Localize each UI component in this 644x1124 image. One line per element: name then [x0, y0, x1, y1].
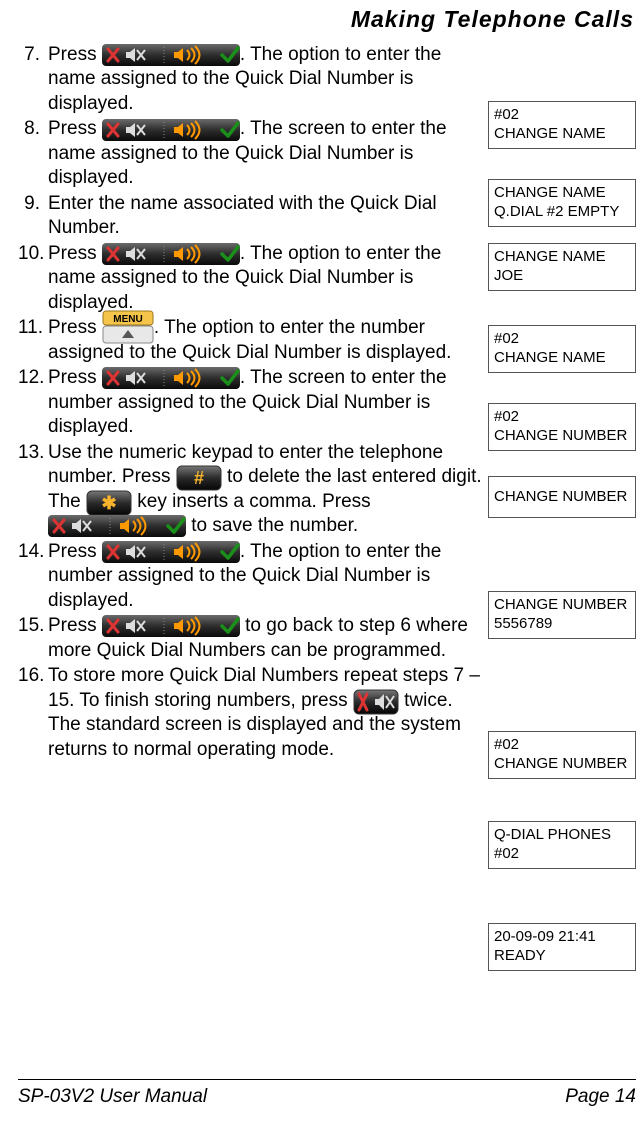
step-text: Press	[48, 367, 102, 388]
step-body: Press . The option to enter the number a…	[48, 540, 482, 613]
volume-bar-icon	[102, 367, 240, 389]
step-number: 11.	[18, 316, 48, 340]
step-item: 11.Press MENU . The option to enter the …	[18, 316, 482, 365]
step-item: 12.Press . The screen to enter the numbe…	[18, 366, 482, 439]
step-body: Enter the name associated with the Quick…	[48, 192, 482, 241]
step-number: 16.	[18, 664, 48, 688]
page-header: Making Telephone Calls	[18, 6, 636, 33]
step-text: Enter the name associated with the Quick…	[48, 193, 437, 238]
step-number: 9.	[18, 192, 48, 216]
step-item: 13.Use the numeric keypad to enter the t…	[18, 441, 482, 539]
step-item: 8.Press . The screen to enter the name a…	[18, 117, 482, 190]
phone-screen-box: CHANGE NUMBER	[488, 476, 636, 518]
step-item: 10.Press . The option to enter the name …	[18, 242, 482, 315]
footer-divider	[18, 1079, 636, 1080]
step-text: key inserts a comma. Press	[132, 491, 371, 512]
step-item: 16.To store more Quick Dial Numbers repe…	[18, 664, 482, 762]
screens-column: #02 CHANGE NAME CHANGE NAME Q.DIAL #2 EMP…	[488, 43, 636, 763]
step-body: Press . The screen to enter the name ass…	[48, 117, 482, 190]
svg-text:MENU: MENU	[113, 314, 142, 325]
step-text: Press	[48, 317, 102, 338]
step-body: To store more Quick Dial Numbers repeat …	[48, 664, 482, 762]
volume-bar-icon	[102, 44, 240, 66]
step-number: 14.	[18, 540, 48, 564]
step-text: Press	[48, 541, 102, 562]
step-number: 12.	[18, 366, 48, 390]
phone-screen-box: #02 CHANGE NUMBER	[488, 403, 636, 451]
volume-bar-icon	[102, 119, 240, 141]
footer-right: Page 14	[565, 1086, 636, 1108]
step-body: Press . The screen to enter the number a…	[48, 366, 482, 439]
step-body: Press . The option to enter the name ass…	[48, 43, 482, 116]
star-key-icon: ✱	[86, 490, 132, 514]
volume-bar-icon	[48, 515, 186, 537]
step-text: Press	[48, 243, 102, 264]
phone-screen-box: CHANGE NAME Q.DIAL #2 EMPTY	[488, 179, 636, 227]
mute-key-icon	[353, 689, 399, 713]
step-body: Press MENU . The option to enter the num…	[48, 316, 482, 365]
step-number: 8.	[18, 117, 48, 141]
step-body: Press to go back to step 6 where more Qu…	[48, 614, 482, 663]
volume-bar-icon	[102, 243, 240, 265]
volume-bar-icon	[102, 615, 240, 637]
phone-screen-box: Q-DIAL PHONES #02	[488, 821, 636, 869]
phone-screen-box: CHANGE NUMBER 5556789	[488, 591, 636, 639]
step-item: 15.Press to go back to step 6 where more…	[18, 614, 482, 663]
step-body: Press . The option to enter the name ass…	[48, 242, 482, 315]
volume-bar-icon	[102, 541, 240, 563]
phone-screen-box: #02 CHANGE NAME	[488, 101, 636, 149]
step-item: 7.Press . The option to enter the name a…	[18, 43, 482, 116]
step-text: to save the number.	[186, 515, 358, 536]
step-number: 7.	[18, 43, 48, 67]
phone-screen-box: #02 CHANGE NAME	[488, 325, 636, 373]
footer-left: SP-03V2 User Manual	[18, 1086, 207, 1108]
svg-text:✱: ✱	[101, 493, 116, 513]
steps-list: 7.Press . The option to enter the name a…	[18, 43, 482, 762]
step-text: Press	[48, 615, 102, 636]
step-number: 10.	[18, 242, 48, 266]
step-item: 14.Press . The option to enter the numbe…	[18, 540, 482, 613]
menu-button-icon: MENU	[102, 310, 154, 342]
phone-screen-box: #02 CHANGE NUMBER	[488, 731, 636, 779]
step-text: Press	[48, 118, 102, 139]
phone-screen-box: CHANGE NAME JOE	[488, 243, 636, 291]
step-item: 9.Enter the name associated with the Qui…	[18, 192, 482, 241]
hash-key-icon: #	[176, 465, 222, 489]
svg-text:#: #	[194, 468, 204, 488]
step-text: Press	[48, 44, 102, 65]
phone-screen-box: 20-09-09 21:41 READY	[488, 923, 636, 971]
step-body: Use the numeric keypad to enter the tele…	[48, 441, 482, 539]
step-number: 15.	[18, 614, 48, 638]
step-number: 13.	[18, 441, 48, 465]
